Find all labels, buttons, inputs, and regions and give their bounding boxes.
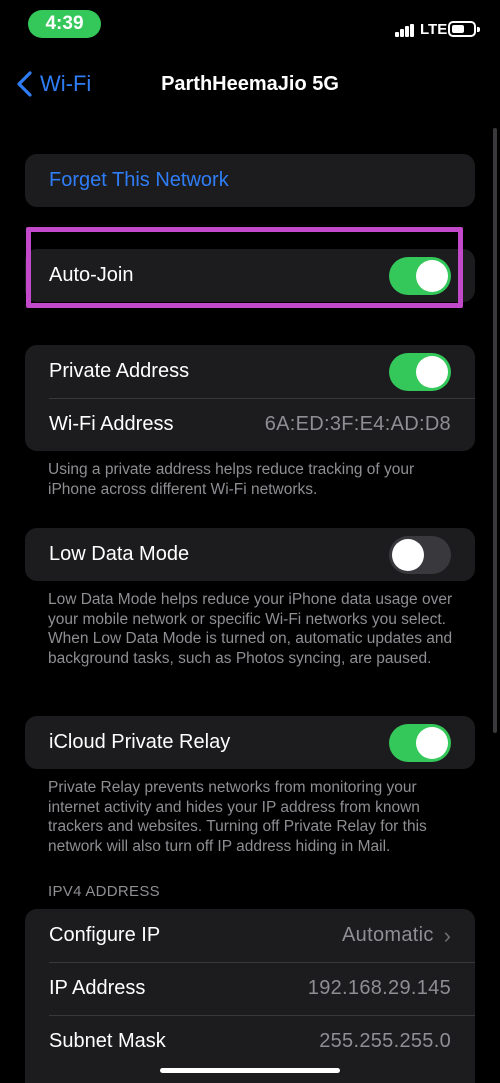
forget-network-label: Forget This Network	[49, 169, 229, 191]
subnet-mask-label: Subnet Mask	[49, 1030, 166, 1052]
cellular-signal-icon	[395, 24, 415, 37]
wifi-address-row: Wi-Fi Address 6A:ED:3F:E4:AD:D8	[25, 398, 475, 451]
navigation-bar: Wi-Fi ParthHeemaJio 5G	[0, 60, 500, 110]
forget-network-button[interactable]: Forget This Network	[25, 154, 475, 207]
home-indicator[interactable]	[160, 1068, 340, 1073]
page-title: ParthHeemaJio 5G	[161, 73, 339, 95]
icloud-private-relay-group: iCloud Private Relay	[25, 716, 475, 769]
ip-address-row: IP Address 192.168.29.145	[25, 962, 475, 1015]
configure-ip-label: Configure IP	[49, 924, 161, 946]
configure-ip-row[interactable]: Configure IP Automatic ›	[25, 909, 475, 962]
low-data-mode-footnote: Low Data Mode helps reduce your iPhone d…	[48, 591, 453, 667]
icloud-private-relay-row: iCloud Private Relay	[25, 716, 475, 769]
icloud-private-relay-footnote: Private Relay prevents networks from mon…	[48, 779, 427, 855]
screen: 4:39 LTE Wi-Fi ParthHeemaJio 5G Forget T…	[0, 0, 500, 1083]
ipv4-section-header: IPV4 ADDRESS	[48, 883, 160, 900]
status-time[interactable]: 4:39	[28, 10, 101, 38]
ipv4-group: Configure IP Automatic › IP Address 192.…	[25, 909, 475, 1083]
ip-address-value: 192.168.29.145	[307, 977, 451, 999]
icloud-private-relay-toggle[interactable]	[389, 723, 451, 762]
wifi-address-label: Wi-Fi Address	[49, 413, 174, 435]
auto-join-label: Auto-Join	[49, 264, 134, 286]
low-data-mode-toggle[interactable]	[389, 535, 451, 574]
private-address-group: Private Address Wi-Fi Address 6A:ED:3F:E…	[25, 345, 475, 451]
private-address-toggle[interactable]	[389, 352, 451, 391]
auto-join-row: Auto-Join	[25, 249, 475, 302]
battery-icon	[448, 21, 480, 37]
low-data-mode-row: Low Data Mode	[25, 528, 475, 581]
status-bar: 4:39 LTE	[0, 0, 500, 52]
low-data-mode-label: Low Data Mode	[49, 543, 190, 565]
wifi-address-value: 6A:ED:3F:E4:AD:D8	[264, 413, 451, 435]
icloud-private-relay-label: iCloud Private Relay	[49, 731, 231, 753]
ip-address-label: IP Address	[49, 977, 146, 999]
auto-join-toggle[interactable]	[389, 256, 451, 295]
scroll-indicator[interactable]	[493, 128, 497, 733]
forget-network-group: Forget This Network	[25, 154, 475, 207]
auto-join-group: Auto-Join	[25, 249, 475, 302]
chevron-right-icon: ›	[443, 922, 451, 948]
private-address-footnote: Using a private address helps reduce tra…	[48, 461, 415, 498]
low-data-mode-group: Low Data Mode	[25, 528, 475, 581]
private-address-row: Private Address	[25, 345, 475, 398]
subnet-mask-value: 255.255.255.0	[319, 1030, 451, 1052]
network-type: LTE	[420, 21, 448, 38]
private-address-label: Private Address	[49, 360, 190, 382]
subnet-mask-row: Subnet Mask 255.255.255.0	[25, 1015, 475, 1068]
configure-ip-value: Automatic	[342, 924, 434, 946]
